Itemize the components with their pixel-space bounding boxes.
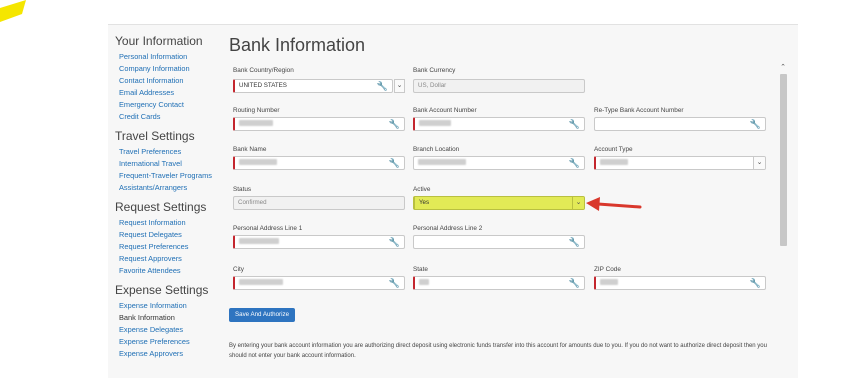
wrench-icon: 🔧 [388, 119, 400, 129]
bank-name-field[interactable]: 🔧 [233, 156, 405, 170]
active-value: Yes [419, 199, 430, 206]
state-field[interactable]: 🔧 [413, 276, 585, 290]
redacted-value [419, 278, 429, 285]
address-line1-field[interactable]: 🔧 [233, 235, 405, 249]
chevron-down-icon: ⌄ [572, 197, 584, 209]
sidebar-item-email-addresses[interactable]: Email Addresses [115, 87, 227, 99]
city-label: City [233, 266, 245, 273]
sidebar-item-company-information[interactable]: Company Information [115, 63, 227, 75]
section-heading: Travel Settings [115, 129, 195, 143]
address-line1-label: Personal Address Line 1 [233, 225, 303, 232]
scrollbar[interactable]: ⌃ [778, 64, 788, 364]
account-number-field[interactable]: 🔧 [413, 117, 585, 131]
retype-account-label: Re-Type Bank Account Number [594, 107, 684, 114]
currency-value: US, Dollar [418, 82, 447, 89]
routing-number-label: Routing Number [233, 107, 280, 114]
sidebar-item-personal-information[interactable]: Personal Information [115, 51, 227, 63]
country-label: Bank Country/Region [233, 67, 294, 74]
redacted-value [600, 158, 628, 165]
status-label: Status [233, 186, 252, 193]
section-your-information: Your Information Personal Information Co… [115, 34, 227, 123]
wrench-icon: 🔧 [388, 158, 400, 168]
redacted-value [239, 237, 279, 244]
section-heading: Expense Settings [115, 283, 209, 297]
redacted-value [239, 158, 277, 165]
address-line2-label: Personal Address Line 2 [413, 225, 483, 232]
sidebar-item-credit-cards[interactable]: Credit Cards [115, 111, 227, 123]
chevron-down-icon: ⌄ [753, 157, 765, 169]
wrench-icon: 🔧 [568, 158, 580, 168]
sidebar-item-request-preferences[interactable]: Request Preferences [115, 241, 227, 253]
sidebar-item-request-delegates[interactable]: Request Delegates [115, 229, 227, 241]
save-and-authorize-button[interactable]: Save And Authorize [229, 308, 296, 322]
state-label: State [413, 266, 428, 273]
wrench-icon: 🔧 [376, 81, 388, 91]
chevron-down-icon[interactable]: ⌄ [394, 79, 405, 93]
wrench-icon: 🔧 [749, 278, 761, 288]
active-label: Active [413, 186, 431, 193]
address-line2-field[interactable]: 🔧 [413, 235, 585, 249]
sidebar-item-frequent-traveler-programs[interactable]: Frequent-Traveler Programs [115, 170, 227, 182]
section-expense-settings: Expense Settings Expense Information Ban… [115, 283, 227, 360]
bank-information-panel: Bank Information Bank Country/Region UNI… [229, 34, 784, 374]
sidebar-item-expense-approvers[interactable]: Expense Approvers [115, 348, 227, 360]
account-type-select[interactable]: ⌄ [594, 156, 766, 170]
scroll-thumb[interactable] [780, 74, 787, 246]
status-value: Confirmed [238, 199, 267, 206]
redacted-value [239, 119, 273, 126]
sidebar-item-expense-delegates[interactable]: Expense Delegates [115, 324, 227, 336]
sidebar-item-contact-information[interactable]: Contact Information [115, 75, 227, 87]
routing-number-field[interactable]: 🔧 [233, 117, 405, 131]
bank-name-label: Bank Name [233, 146, 267, 153]
status-field: Confirmed [233, 196, 405, 210]
active-select[interactable]: Yes ⌄ [413, 196, 585, 210]
currency-field: US, Dollar [413, 79, 585, 93]
redacted-value [418, 158, 466, 165]
wrench-icon: 🔧 [388, 278, 400, 288]
wrench-icon: 🔧 [388, 237, 400, 247]
country-value: UNITED STATES [239, 82, 287, 89]
page-title: Bank Information [229, 35, 366, 55]
sidebar-item-request-information[interactable]: Request Information [115, 217, 227, 229]
branch-location-field[interactable]: 🔧 [413, 156, 585, 170]
section-heading: Request Settings [115, 200, 207, 214]
sidebar-item-bank-information[interactable]: Bank Information [115, 312, 227, 324]
redacted-value [600, 278, 618, 285]
sidebar-item-expense-information[interactable]: Expense Information [115, 300, 227, 312]
sidebar-item-expense-preferences[interactable]: Expense Preferences [115, 336, 227, 348]
sidebar-item-favorite-attendees[interactable]: Favorite Attendees [115, 265, 227, 277]
sidebar-item-international-travel[interactable]: International Travel [115, 158, 227, 170]
wrench-icon: 🔧 [749, 119, 761, 129]
chevron-up-icon[interactable]: ⌃ [778, 64, 788, 72]
sidebar-item-emergency-contact[interactable]: Emergency Contact [115, 99, 227, 111]
annotation-arrow-icon [586, 197, 642, 211]
account-number-label: Bank Account Number [413, 107, 477, 114]
country-select[interactable]: UNITED STATES 🔧 [233, 79, 393, 93]
redacted-value [239, 278, 283, 285]
zip-code-field[interactable]: 🔧 [594, 276, 766, 290]
currency-label: Bank Currency [413, 67, 456, 74]
branch-location-label: Branch Location [413, 146, 460, 153]
wrench-icon: 🔧 [568, 278, 580, 288]
sidebar-item-travel-preferences[interactable]: Travel Preferences [115, 146, 227, 158]
redacted-value [419, 119, 451, 126]
direct-deposit-disclaimer: By entering your bank account informatio… [229, 343, 767, 359]
sidebar-item-assistants-arrangers[interactable]: Assistants/Arrangers [115, 182, 227, 194]
section-heading: Your Information [115, 34, 203, 48]
section-request-settings: Request Settings Request Information Req… [115, 200, 227, 277]
sidebar-item-request-approvers[interactable]: Request Approvers [115, 253, 227, 265]
city-field[interactable]: 🔧 [233, 276, 405, 290]
wrench-icon: 🔧 [568, 237, 580, 247]
section-travel-settings: Travel Settings Travel Preferences Inter… [115, 129, 227, 194]
retype-account-field[interactable]: 🔧 [594, 117, 766, 131]
brand-logo [0, 0, 26, 22]
settings-sidebar: Your Information Personal Information Co… [115, 34, 227, 360]
wrench-icon: 🔧 [568, 119, 580, 129]
zip-code-label: ZIP Code [594, 266, 621, 273]
account-type-label: Account Type [594, 146, 633, 153]
